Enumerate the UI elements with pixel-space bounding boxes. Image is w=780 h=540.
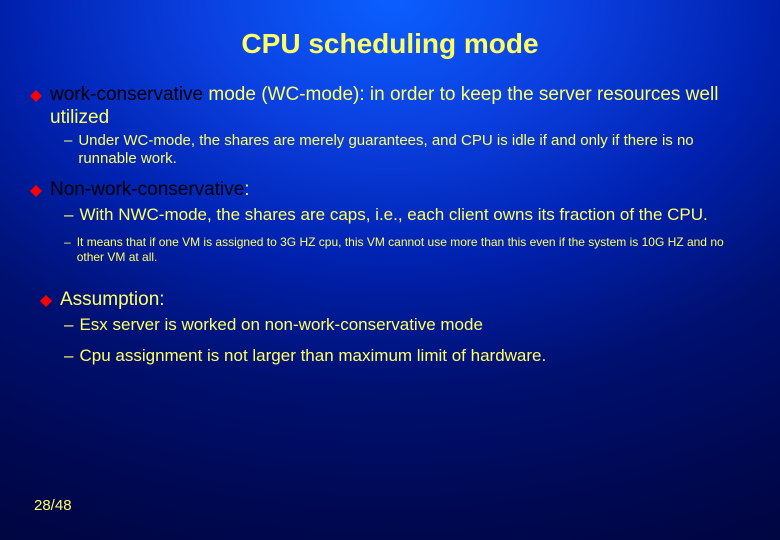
bullet-nwc-sub1: – With NWC-mode, the shares are caps, i.… bbox=[64, 204, 750, 225]
wc-lead: work-conservative bbox=[50, 84, 203, 105]
assumption-sub1-text: Esx server is worked on non-work-conserv… bbox=[79, 314, 482, 335]
nwc-tail: : bbox=[244, 179, 249, 200]
dash-icon: – bbox=[64, 235, 71, 250]
dash-icon: – bbox=[64, 204, 73, 225]
diamond-icon bbox=[30, 90, 42, 102]
bullet-nwc-text: Non-work-conservative: bbox=[50, 179, 250, 202]
dash-icon: – bbox=[64, 345, 73, 366]
bullet-assumption-sub2: – Cpu assignment is not larger than maxi… bbox=[64, 345, 750, 366]
assumption-lead: Assumption: bbox=[60, 289, 165, 312]
bullet-assumption: Assumption: bbox=[40, 289, 750, 312]
diamond-icon bbox=[40, 295, 52, 307]
bullet-nwc-sub2: – It means that if one VM is assigned to… bbox=[64, 235, 750, 265]
page-number: 28/48 bbox=[34, 497, 72, 514]
nwc-sub2-text: It means that if one VM is assigned to 3… bbox=[77, 235, 750, 265]
wc-sub-text: Under WC-mode, the shares are merely gua… bbox=[78, 132, 750, 170]
bullet-wc-sub: – Under WC-mode, the shares are merely g… bbox=[64, 132, 750, 170]
bullet-wc-text: work-conservative mode (WC-mode): in ord… bbox=[50, 84, 750, 130]
bullet-assumption-sub1: – Esx server is worked on non-work-conse… bbox=[64, 314, 750, 335]
slide-title: CPU scheduling mode bbox=[30, 28, 750, 60]
bullet-nwc-mode: Non-work-conservative: bbox=[30, 179, 750, 202]
nwc-lead: Non-work-conservative bbox=[50, 179, 244, 200]
assumption-sub2-text: Cpu assignment is not larger than maximu… bbox=[79, 345, 546, 366]
slide: CPU scheduling mode work-conservative mo… bbox=[0, 0, 780, 540]
nwc-sub1-text: With NWC-mode, the shares are caps, i.e.… bbox=[79, 204, 707, 225]
dash-icon: – bbox=[64, 314, 73, 335]
diamond-icon bbox=[30, 185, 42, 197]
dash-icon: – bbox=[64, 132, 72, 151]
bullet-wc-mode: work-conservative mode (WC-mode): in ord… bbox=[30, 84, 750, 130]
